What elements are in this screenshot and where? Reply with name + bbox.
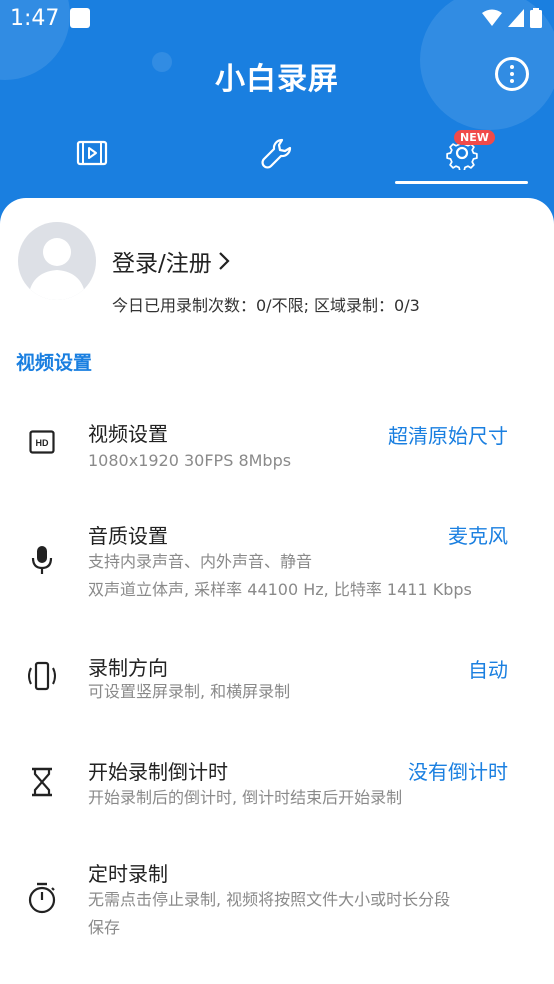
settings-card: 登录/注册 今日已用录制次数：0/不限; 区域录制：0/3 视频设置 HD 视频… xyxy=(0,198,554,984)
wifi-icon xyxy=(482,9,502,26)
setting-video-quality[interactable]: HD 视频设置 1080x1920 30FPS 8Mbps 超清原始尺寸 xyxy=(0,406,554,496)
microphone-icon xyxy=(24,542,60,578)
login-register-link[interactable]: 登录/注册 xyxy=(112,244,230,278)
setting-title: 音质设置 xyxy=(88,524,168,548)
setting-desc-2: 双声道立体声, 采样率 44100 Hz, 比特率 1411 Kbps xyxy=(88,580,472,599)
default-avatar-icon xyxy=(28,238,86,300)
usage-quota-text: 今日已用录制次数：0/不限; 区域录制：0/3 xyxy=(112,296,420,315)
dot xyxy=(510,72,514,76)
setting-value: 麦克风 xyxy=(448,524,508,548)
setting-countdown[interactable]: 开始录制倒计时 开始录制后的倒计时, 倒计时结束后开始录制 没有倒计时 xyxy=(0,750,554,830)
setting-title: 录制方向 xyxy=(88,656,168,680)
setting-desc: 无需点击停止录制, 视频将按照文件大小或时长分段 xyxy=(88,890,451,909)
setting-desc-2: 保存 xyxy=(88,918,121,937)
status-icons xyxy=(482,8,542,28)
setting-audio-quality[interactable]: 音质设置 支持内录声音、内外声音、静音 双声道立体声, 采样率 44100 Hz… xyxy=(0,512,554,612)
setting-desc: 可设置竖屏录制, 和横屏录制 xyxy=(88,682,291,701)
setting-timed-recording[interactable]: 定时录制 无需点击停止录制, 视频将按照文件大小或时长分段 保存 xyxy=(0,854,554,954)
chevron-right-icon xyxy=(218,252,230,270)
signal-icon xyxy=(508,9,524,27)
setting-title: 开始录制倒计时 xyxy=(88,760,228,784)
tab-tools[interactable] xyxy=(185,120,370,186)
section-title: 视频设置 xyxy=(16,352,93,374)
avatar[interactable] xyxy=(18,222,96,300)
wrench-icon xyxy=(261,138,292,169)
setting-title: 定时录制 xyxy=(88,862,168,886)
dot xyxy=(510,79,514,83)
hd-icon: HD xyxy=(24,424,60,460)
setting-value: 超清原始尺寸 xyxy=(388,424,508,448)
setting-title: 视频设置 xyxy=(88,422,168,446)
setting-desc: 1080x1920 30FPS 8Mbps xyxy=(88,451,292,470)
tab-video[interactable] xyxy=(0,120,185,186)
more-options-button[interactable] xyxy=(495,57,529,91)
setting-orientation[interactable]: 录制方向 可设置竖屏录制, 和横屏录制 自动 xyxy=(0,644,554,724)
setting-desc: 支持内录声音、内外声音、静音 xyxy=(88,552,313,571)
dot xyxy=(510,65,514,69)
notification-icon xyxy=(70,8,90,28)
setting-value: 自动 xyxy=(468,658,508,682)
stopwatch-icon xyxy=(24,880,60,916)
app-header: 1:47 小白录屏 NEW xyxy=(0,0,554,210)
screen-rotation-icon xyxy=(24,658,60,694)
battery-icon xyxy=(530,8,542,28)
status-bar: 1:47 xyxy=(0,0,554,36)
app-title: 小白录屏 xyxy=(215,62,339,97)
status-time: 1:47 xyxy=(10,6,60,31)
setting-desc: 开始录制后的倒计时, 倒计时结束后开始录制 xyxy=(88,788,403,807)
new-badge: NEW xyxy=(454,130,495,145)
setting-value: 没有倒计时 xyxy=(408,760,508,784)
hourglass-icon xyxy=(24,764,60,800)
svg-text:HD: HD xyxy=(36,438,49,448)
video-icon xyxy=(77,140,108,166)
login-label: 登录/注册 xyxy=(112,251,212,277)
profile-section: 登录/注册 今日已用录制次数：0/不限; 区域录制：0/3 xyxy=(18,222,538,315)
